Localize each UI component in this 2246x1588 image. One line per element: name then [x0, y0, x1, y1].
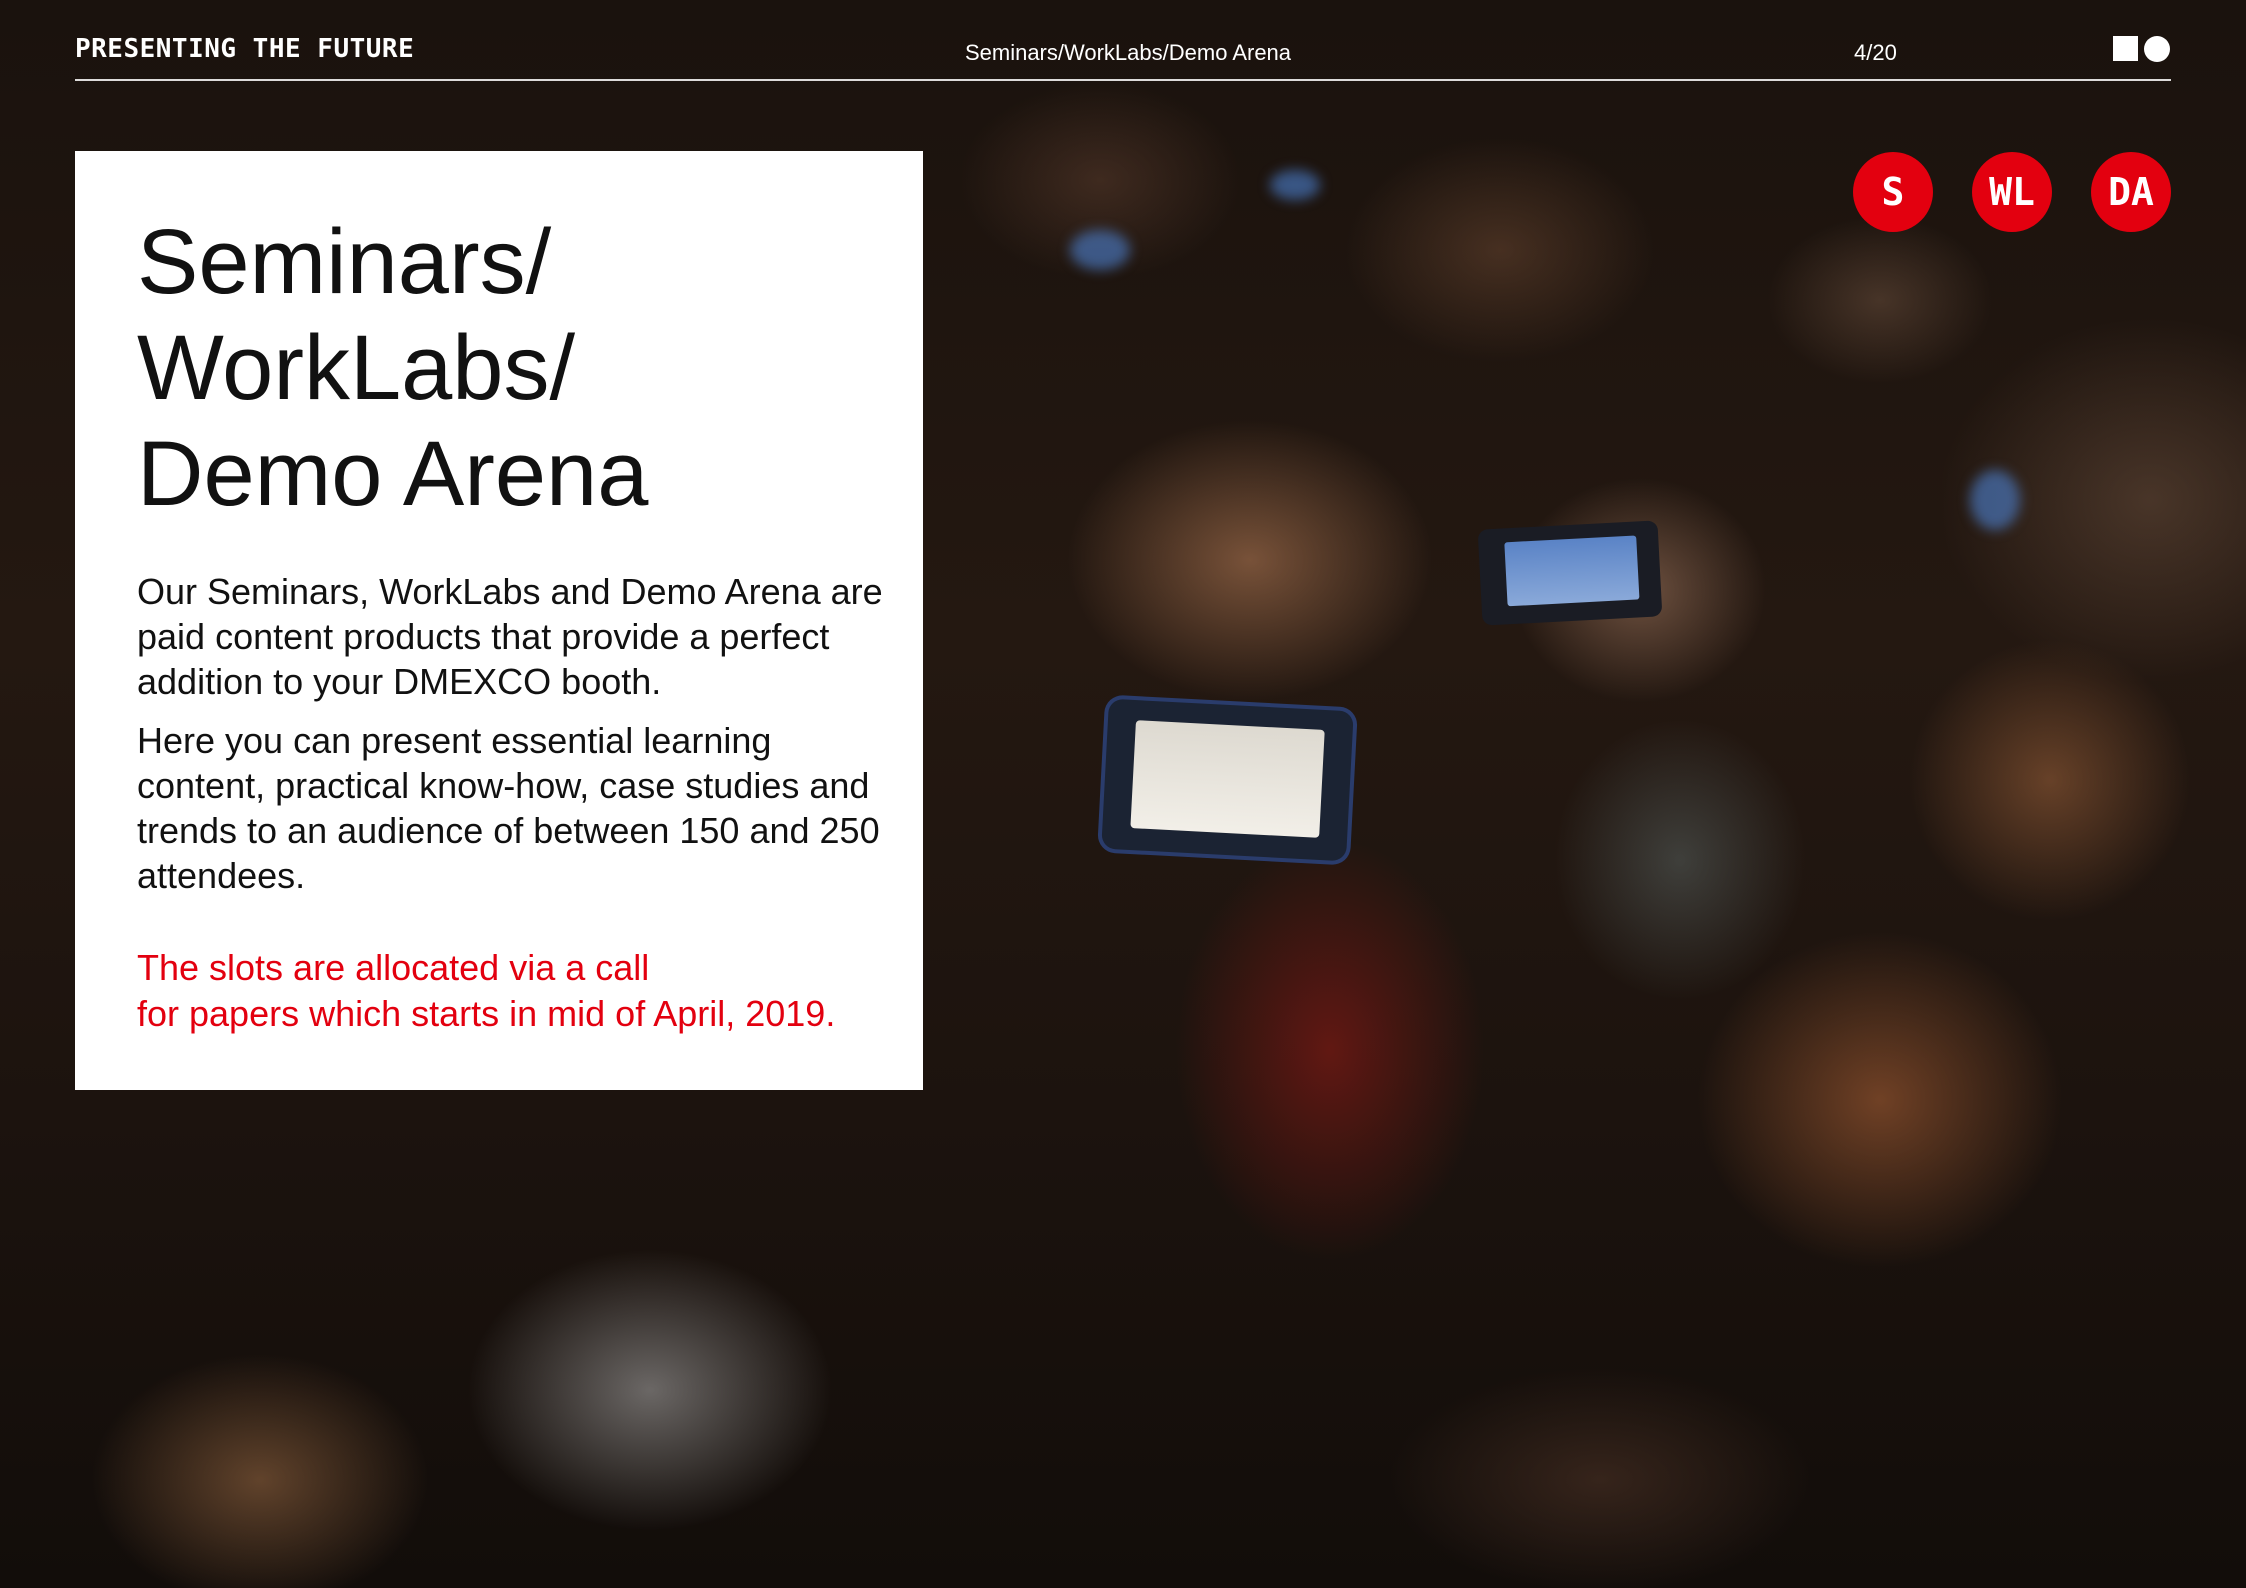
nav-badge-demo-arena[interactable]: DA: [2091, 152, 2171, 232]
title-line: WorkLabs/: [137, 317, 576, 419]
card-body: Our Seminars, WorkLabs and Demo Arena ar…: [137, 569, 897, 912]
callout-line: for papers which starts in mid of April,…: [137, 993, 836, 1034]
slide-page: PRESENTING THE FUTURE Seminars/WorkLabs/…: [0, 0, 2246, 1588]
phone-glow: [1070, 230, 1130, 270]
phone-glow: [1270, 170, 1320, 200]
brand-title: PRESENTING THE FUTURE: [75, 34, 415, 64]
content-card: Seminars/ WorkLabs/ Demo Arena Our Semin…: [75, 151, 923, 1090]
logo-circle-icon: [2144, 36, 2170, 62]
logo-square-icon: [2113, 36, 2138, 61]
body-paragraph: Our Seminars, WorkLabs and Demo Arena ar…: [137, 571, 883, 702]
phone-in-hand: [1101, 698, 1354, 862]
nav-badge-seminars[interactable]: S: [1853, 152, 1933, 232]
brand-logo-icon: [2113, 36, 2171, 62]
nav-badge-worklabs[interactable]: WL: [1972, 152, 2052, 232]
page-title: Seminars/ WorkLabs/ Demo Arena: [137, 209, 897, 527]
call-for-papers-note: The slots are allocated via a call for p…: [137, 945, 917, 1037]
page-indicator: 4/20: [1854, 40, 1897, 65]
phone-glow: [1970, 470, 2020, 530]
body-paragraph: Here you can present essential learning …: [137, 720, 880, 896]
title-line: Demo Arena: [137, 423, 649, 525]
breadcrumb: Seminars/WorkLabs/Demo Arena: [964, 40, 1292, 65]
phone-in-hand: [1477, 520, 1663, 626]
header-divider: [75, 79, 2171, 81]
title-line: Seminars/: [137, 211, 552, 313]
callout-line: The slots are allocated via a call: [137, 947, 650, 988]
